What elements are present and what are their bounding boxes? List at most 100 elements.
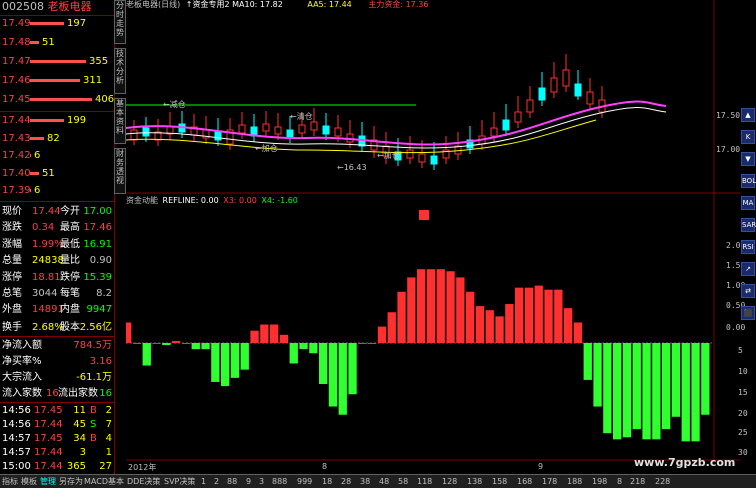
divider [0,336,114,337]
signal-marker [419,210,429,220]
quote-label: 涨幅 [2,238,22,250]
bottom-tab[interactable]: 218 [630,475,645,488]
bottom-tab[interactable]: 38 [360,475,370,488]
bottom-tab[interactable]: 118 [417,475,432,488]
quote-value: 9947 [86,304,112,316]
order-price: 17.44 [2,115,31,126]
tab-fundamentals[interactable]: 基本资料 [114,98,126,144]
tick-row[interactable]: 15:00 17.44 365 27 [2,460,112,474]
tick-count: 4 [105,433,112,444]
indicator-title: 资金动能 [126,196,158,205]
toolbar-button[interactable]: ▼ [741,152,755,166]
candle-body [574,83,582,97]
bottom-tab[interactable]: 另存为 [59,475,83,488]
tick-count: 7 [105,419,112,430]
tick-count: 27 [99,461,112,472]
tick-time: 15:00 [2,461,31,472]
bottom-tab[interactable]: 128 [442,475,457,488]
bottom-tab[interactable]: DDE决策 [127,475,160,488]
bottom-tab[interactable]: 2 [214,475,219,488]
toolbar-button[interactable]: ▲ [741,108,755,122]
bottom-tab[interactable]: MACD基本 [84,475,124,488]
tick-row[interactable]: 14:56 17.45 11 B 2 [2,404,112,418]
tab-finance[interactable]: 财务透视 [114,148,126,194]
indicator-bar [652,343,661,440]
toolbar-button[interactable]: ⇄ [741,284,755,298]
tab-intraday[interactable]: 分时走势 [114,0,126,44]
bottom-tab[interactable]: 指标 [2,475,18,488]
tick-volume: 34 [73,433,86,444]
bottom-tab[interactable]: 88 [227,475,237,488]
tick-time: 14:57 [2,447,31,458]
toolbar-button[interactable]: MA [741,196,755,210]
candle-body [586,91,594,105]
quote-value: 0.34 [32,222,55,234]
toolbar-button[interactable]: BOLL [741,174,756,188]
tick-row[interactable]: 14:57 17.45 34 B 4 [2,432,112,446]
bottom-tab[interactable]: 198 [592,475,607,488]
toolbar-button[interactable]: K [741,130,755,144]
counts-row: 流入家数 16 流出家数 16 [2,386,112,402]
stock-name: 老板电器 [47,0,92,13]
bottom-tab[interactable]: 1 [201,475,206,488]
quote-row: 涨停 18.81 跌停 15.39 [2,270,112,286]
order-volume: 51 [42,167,55,179]
flow-label: 净流入额 [2,340,42,351]
indicator-bar [309,343,318,354]
bottom-tab[interactable]: 模板 [21,475,37,488]
bottom-tab[interactable]: SVP决策 [164,475,195,488]
bottom-tab[interactable]: 188 [567,475,582,488]
bottom-tab[interactable]: 3 [259,475,264,488]
flow-row: 净流入额 784.5万 [2,338,112,354]
bottom-tab[interactable]: 8 [617,475,622,488]
flow-value: 784.5万 [73,340,112,351]
toolbar-button[interactable]: ↗ [741,262,755,276]
bottom-tab[interactable]: 9 [246,475,251,488]
indicator-bar [456,277,465,343]
indicator-bar [515,287,524,343]
tick-row[interactable]: 14:56 17.44 45 S 7 [2,418,112,432]
annotation-add-1: ←加仓 [255,144,278,153]
bottom-tab[interactable]: 999 [297,475,312,488]
y-tick-label: 30 [738,448,748,457]
toolbar-button[interactable]: SAR [741,218,756,232]
bottom-tab[interactable]: 18 [322,475,332,488]
bottom-tab[interactable]: 168 [517,475,532,488]
tick-count: 1 [105,447,112,458]
tick-price: 17.44 [34,461,63,472]
order-volume: 406 [95,94,115,105]
bottom-tab[interactable]: 58 [398,475,408,488]
bottom-tab[interactable]: 28 [341,475,351,488]
divider [0,402,114,403]
bottom-tab[interactable]: 888 [272,475,287,488]
indicator-bar [505,304,514,343]
indicator-bar [436,269,445,343]
indicator-bar [328,343,338,407]
quote-value: 1.99% [32,238,64,250]
refline-label: REFLINE: 0.00 [162,196,219,205]
chart-area[interactable] [126,0,740,474]
tick-row[interactable]: 14:57 17.44 3 1 [2,446,112,460]
inflow-count-label: 流入家数 [2,388,42,399]
quote-label: 现价 [2,206,22,217]
toolbar-button[interactable]: RSI [741,240,755,254]
bottom-tab[interactable]: 48 [379,475,389,488]
inflow-count: 16 [46,388,59,399]
buy-order-row: 17.42 6 [2,148,112,164]
bottom-tab[interactable]: 管理 [40,475,56,488]
bottom-tab[interactable]: 138 [467,475,482,488]
flow-row: 大宗流入 -61.1万 [2,370,112,386]
main-fund-label: 主力资金: 17.36 [368,0,429,9]
indicator-bar [475,306,485,343]
y-tick-label: 5 [738,346,743,355]
indicator-bar [299,343,308,350]
tab-technical[interactable]: 技术分析 [114,48,126,94]
bottom-tab[interactable]: 158 [492,475,507,488]
sell-order-row: 17.46 311 [2,73,112,89]
bottom-tab[interactable]: 178 [542,475,557,488]
year-label: 2012年 [128,463,157,472]
quote-label: 涨跌 [2,222,22,234]
indicator-bar [358,343,367,344]
toolbar-button[interactable]: ⬛ [741,306,755,320]
bottom-tab[interactable]: 228 [655,475,670,488]
